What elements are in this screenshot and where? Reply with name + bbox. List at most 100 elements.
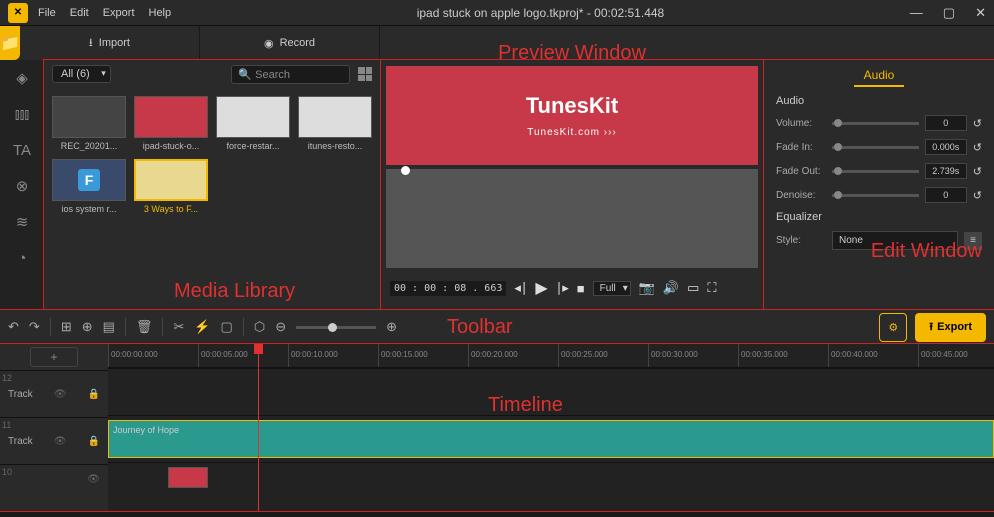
add-track-button[interactable]: + (30, 347, 78, 367)
top-actions-bar: 📁 ⭳ Import ◉ Record (0, 26, 994, 60)
track-header[interactable]: 10👁 (0, 464, 108, 494)
grid-view-icon[interactable] (358, 67, 372, 81)
menu-export[interactable]: Export (103, 7, 135, 19)
audio-icon[interactable]: ⫾⫾⫾ (0, 96, 44, 132)
undo-button[interactable]: ↶ (8, 319, 19, 335)
annotation-media: Media Library (174, 280, 295, 303)
preview-controls: 00 : 00 : 08 . 663 ◂∣ ▶ ∣▸ ■ Full 📷 🔊 ▭ … (386, 272, 758, 304)
volume-icon[interactable]: 🔊 (663, 280, 679, 296)
layers-button[interactable]: ▤ (103, 319, 115, 335)
import-button[interactable]: ⭳ Import (20, 26, 200, 60)
import-icon: ⭳ (89, 34, 93, 53)
edit-panel: Audio Audio Volume:0↺ Fade In:0.000s↺ Fa… (764, 60, 994, 310)
close-button[interactable]: ✕ (975, 5, 986, 21)
volume-slider[interactable] (832, 122, 919, 125)
effects-icon[interactable]: ⊗ (0, 168, 44, 204)
menu-help[interactable]: Help (149, 7, 172, 19)
export-button[interactable]: ⭱Export (915, 313, 986, 342)
layers-icon[interactable]: ◈ (0, 60, 44, 96)
export-settings-button[interactable]: ⚙ (879, 313, 907, 342)
zoom-out-button[interactable]: ⊖ (275, 319, 286, 335)
reset-icon[interactable]: ↺ (973, 165, 982, 178)
timeline-body[interactable]: 00:00:00.00000:00:05.00000:00:10.00000:0… (108, 344, 994, 511)
timeline-ruler[interactable]: 00:00:00.00000:00:05.00000:00:10.00000:0… (108, 344, 994, 368)
track-header[interactable]: 12Track👁🔒 (0, 370, 108, 417)
fadeout-slider[interactable] (832, 170, 919, 173)
next-frame-button[interactable]: ∣▸ (556, 280, 569, 296)
cut-button[interactable]: ✂ (173, 319, 184, 335)
marker-button[interactable]: ⬡ (254, 319, 265, 335)
aspect-icon[interactable]: ▭ (687, 280, 699, 296)
audio-clip[interactable]: Journey of Hope (108, 420, 994, 458)
media-item[interactable]: force-restar... (216, 96, 290, 151)
track-row[interactable]: Journey of Hope (108, 415, 994, 462)
import-clip-button[interactable]: ⊞ (61, 319, 72, 335)
reset-icon[interactable]: ↺ (973, 117, 982, 130)
transitions-icon[interactable]: ≋ (0, 204, 44, 240)
record-button[interactable]: ◉ Record (200, 26, 380, 60)
text-icon[interactable]: TA (0, 132, 44, 168)
video-clip[interactable] (168, 467, 208, 488)
fadein-slider[interactable] (832, 146, 919, 149)
preview-title: TunesKit (526, 93, 618, 119)
section-audio-label: Audio (776, 95, 982, 107)
media-library-panel: All (6) 🔍 Search REC_20201... ipad-stuck… (44, 60, 380, 310)
media-item[interactable]: itunes-resto... (298, 96, 372, 151)
track-header[interactable]: 11Track👁🔒 (0, 417, 108, 464)
preview-canvas[interactable]: TunesKit TunesKit.com ››› (386, 66, 758, 165)
media-item[interactable]: REC_20201... (52, 96, 126, 151)
media-item[interactable]: 3 Ways to F... (134, 159, 208, 214)
track-headers: + 12Track👁🔒 11Track👁🔒 10👁 (0, 344, 108, 511)
reset-icon[interactable]: ↺ (973, 141, 982, 154)
style-select[interactable]: None (832, 231, 958, 250)
media-filter-dropdown[interactable]: All (6) (52, 65, 111, 83)
snapshot-icon[interactable]: 📷 (639, 280, 655, 296)
zoom-slider[interactable] (296, 326, 376, 329)
search-input[interactable]: 🔍 Search (231, 65, 350, 84)
speed-button[interactable]: ⚡ (194, 319, 210, 335)
eye-icon[interactable]: 👁 (87, 474, 100, 485)
audio-tab[interactable]: Audio (854, 68, 904, 87)
prev-frame-button[interactable]: ◂∣ (514, 280, 527, 296)
crop-button[interactable]: ▢ (221, 319, 233, 335)
zoom-in-button[interactable]: ⊕ (386, 319, 397, 335)
menu-file[interactable]: File (38, 7, 56, 19)
fadein-value[interactable]: 0.000s (925, 139, 967, 155)
track-row[interactable] (108, 368, 994, 415)
preview-scrubber[interactable] (386, 169, 758, 268)
annotation-toolbar: Toolbar (447, 316, 513, 339)
add-button[interactable]: ⊕ (82, 319, 93, 335)
preview-subtitle: TunesKit.com ››› (527, 127, 617, 138)
main-menu: File Edit Export Help (38, 7, 171, 19)
eye-icon[interactable]: 👁 (54, 436, 67, 447)
timeline: + 12Track👁🔒 11Track👁🔒 10👁 00:00:00.00000… (0, 344, 994, 511)
play-button[interactable]: ▶ (535, 278, 547, 298)
preview-timecode: 00 : 00 : 08 . 663 (390, 281, 506, 296)
volume-value[interactable]: 0 (925, 115, 967, 131)
media-item[interactable]: Fios system r... (52, 159, 126, 214)
toolbar: ↶ ↷ ⊞ ⊕ ▤ 🗑 ✂ ⚡ ▢ ⬡ ⊖ ⊕ Toolbar ⚙ ⭱Expor… (0, 310, 994, 344)
quality-dropdown[interactable]: Full (593, 281, 631, 296)
delete-button[interactable]: 🗑 (136, 319, 153, 335)
maximize-button[interactable]: ▢ (943, 5, 955, 21)
fadeout-value[interactable]: 2.739s (925, 163, 967, 179)
reset-icon[interactable]: ↺ (973, 189, 982, 202)
equalizer-button[interactable]: ≡ (964, 232, 982, 250)
fullscreen-icon[interactable]: ⛶ (707, 280, 716, 296)
minimize-button[interactable]: — (910, 5, 923, 21)
playhead[interactable] (258, 344, 259, 511)
denoise-slider[interactable] (832, 194, 919, 197)
denoise-value[interactable]: 0 (925, 187, 967, 203)
lock-icon[interactable]: 🔒 (88, 436, 100, 447)
record-icon: ◉ (264, 37, 274, 50)
lock-icon[interactable]: 🔒 (88, 389, 100, 400)
redo-button[interactable]: ↷ (29, 319, 40, 335)
media-grid: REC_20201... ipad-stuck-o... force-resta… (44, 88, 380, 222)
overlay-icon[interactable]: ◔ (0, 240, 44, 276)
stop-button[interactable]: ■ (577, 281, 585, 296)
folder-icon[interactable]: 📁 (0, 26, 20, 60)
track-row[interactable] (108, 462, 994, 492)
menu-edit[interactable]: Edit (70, 7, 89, 19)
eye-icon[interactable]: 👁 (54, 389, 67, 400)
media-item[interactable]: ipad-stuck-o... (134, 96, 208, 151)
